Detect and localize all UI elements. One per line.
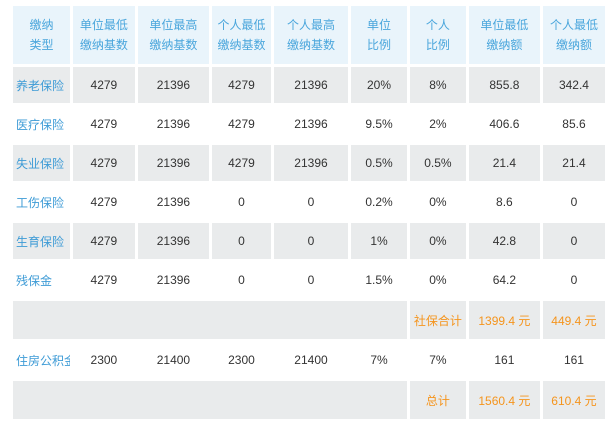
unit-min-base: 4279 <box>72 145 135 181</box>
unit-min-base: 4279 <box>72 262 135 298</box>
unit-min-amount: 64.2 <box>468 262 540 298</box>
row-name: 失业保险 <box>13 145 70 181</box>
unit-min-amount: 855.8 <box>468 67 540 103</box>
personal-rate: 8% <box>409 67 466 103</box>
personal-min-base: 0 <box>211 262 271 298</box>
unit-rate: 7% <box>351 342 407 378</box>
header-row: 缴纳 类型 单位最低 缴纳基数 单位最高 缴纳基数 个人最低 缴纳基数 个人最高 缴纳基数… <box>13 6 605 64</box>
unit-min-base: 4279 <box>72 67 135 103</box>
unit-min-base: 4279 <box>72 184 135 220</box>
header-personal-rate: 个人 比例 <box>409 6 466 64</box>
personal-min-base: 4279 <box>211 67 271 103</box>
personal-max-base: 21396 <box>273 145 349 181</box>
social-total-unit: 1399.4 元 <box>468 301 540 339</box>
unit-min-amount: 21.4 <box>468 145 540 181</box>
total-spacer <box>13 381 407 419</box>
row-name: 生育保险 <box>13 223 70 259</box>
grand-total-unit: 1560.4 元 <box>468 381 540 419</box>
unit-rate: 0.5% <box>351 145 407 181</box>
unit-max-base: 21396 <box>137 145 209 181</box>
table-row: 养老保险 4279 21396 4279 21396 20% 8% 855.8 … <box>13 67 605 103</box>
unit-rate: 1.5% <box>351 262 407 298</box>
personal-max-base: 0 <box>273 223 349 259</box>
unit-min-amount: 42.8 <box>468 223 540 259</box>
personal-min-base: 4279 <box>211 106 271 142</box>
personal-min-base: 0 <box>211 223 271 259</box>
unit-max-base: 21396 <box>137 184 209 220</box>
personal-max-base: 21396 <box>273 106 349 142</box>
row-name: 养老保险 <box>13 67 70 103</box>
unit-max-base: 21396 <box>137 262 209 298</box>
unit-min-amount: 406.6 <box>468 106 540 142</box>
total-spacer <box>13 301 407 339</box>
personal-max-base: 0 <box>273 262 349 298</box>
personal-min-amount: 0 <box>542 223 605 259</box>
header-personal-min-base: 个人最低 缴纳基数 <box>211 6 271 64</box>
personal-rate: 7% <box>409 342 466 378</box>
grand-total-label: 总计 <box>409 381 466 419</box>
table-row: 工伤保险 4279 21396 0 0 0.2% 0% 8.6 0 <box>13 184 605 220</box>
unit-rate: 1% <box>351 223 407 259</box>
personal-rate: 2% <box>409 106 466 142</box>
social-insurance-total-row: 社保合计 1399.4 元 449.4 元 <box>13 301 605 339</box>
header-personal-min-amount: 个人最低 缴纳额 <box>542 6 605 64</box>
personal-max-base: 21400 <box>273 342 349 378</box>
table-body: 养老保险 4279 21396 4279 21396 20% 8% 855.8 … <box>13 67 605 419</box>
unit-min-amount: 8.6 <box>468 184 540 220</box>
unit-max-base: 21396 <box>137 106 209 142</box>
social-insurance-table: 缴纳 类型 单位最低 缴纳基数 单位最高 缴纳基数 个人最低 缴纳基数 个人最高 缴纳基数… <box>10 3 608 422</box>
table-row: 医疗保险 4279 21396 4279 21396 9.5% 2% 406.6… <box>13 106 605 142</box>
personal-min-amount: 21.4 <box>542 145 605 181</box>
personal-rate: 0% <box>409 262 466 298</box>
row-name: 住房公积金 <box>13 342 70 378</box>
personal-min-amount: 85.6 <box>542 106 605 142</box>
table-row: 失业保险 4279 21396 4279 21396 0.5% 0.5% 21.… <box>13 145 605 181</box>
table-row: 残保金 4279 21396 0 0 1.5% 0% 64.2 0 <box>13 262 605 298</box>
header-unit-min-base: 单位最低 缴纳基数 <box>72 6 135 64</box>
unit-min-base: 2300 <box>72 342 135 378</box>
personal-min-base: 4279 <box>211 145 271 181</box>
unit-max-base: 21396 <box>137 67 209 103</box>
grand-total-row: 总计 1560.4 元 610.4 元 <box>13 381 605 419</box>
social-total-personal: 449.4 元 <box>542 301 605 339</box>
personal-min-amount: 342.4 <box>542 67 605 103</box>
personal-min-base: 2300 <box>211 342 271 378</box>
personal-max-base: 21396 <box>273 67 349 103</box>
unit-rate: 9.5% <box>351 106 407 142</box>
unit-rate: 20% <box>351 67 407 103</box>
personal-min-amount: 0 <box>542 184 605 220</box>
housing-fund-row: 住房公积金 2300 21400 2300 21400 7% 7% 161 16… <box>13 342 605 378</box>
social-total-label: 社保合计 <box>409 301 466 339</box>
personal-rate: 0% <box>409 184 466 220</box>
grand-total-personal: 610.4 元 <box>542 381 605 419</box>
personal-min-base: 0 <box>211 184 271 220</box>
personal-max-base: 0 <box>273 184 349 220</box>
personal-min-amount: 161 <box>542 342 605 378</box>
unit-rate: 0.2% <box>351 184 407 220</box>
table-header: 缴纳 类型 单位最低 缴纳基数 单位最高 缴纳基数 个人最低 缴纳基数 个人最高 缴纳基数… <box>13 6 605 64</box>
header-personal-max-base: 个人最高 缴纳基数 <box>273 6 349 64</box>
personal-rate: 0.5% <box>409 145 466 181</box>
header-unit-rate: 单位 比例 <box>351 6 407 64</box>
header-unit-max-base: 单位最高 缴纳基数 <box>137 6 209 64</box>
table-row: 生育保险 4279 21396 0 0 1% 0% 42.8 0 <box>13 223 605 259</box>
header-unit-min-amount: 单位最低 缴纳额 <box>468 6 540 64</box>
unit-min-base: 4279 <box>72 223 135 259</box>
header-payment-type: 缴纳 类型 <box>13 6 70 64</box>
unit-max-base: 21400 <box>137 342 209 378</box>
row-name: 医疗保险 <box>13 106 70 142</box>
unit-min-amount: 161 <box>468 342 540 378</box>
personal-rate: 0% <box>409 223 466 259</box>
row-name: 工伤保险 <box>13 184 70 220</box>
unit-max-base: 21396 <box>137 223 209 259</box>
unit-min-base: 4279 <box>72 106 135 142</box>
personal-min-amount: 0 <box>542 262 605 298</box>
row-name: 残保金 <box>13 262 70 298</box>
